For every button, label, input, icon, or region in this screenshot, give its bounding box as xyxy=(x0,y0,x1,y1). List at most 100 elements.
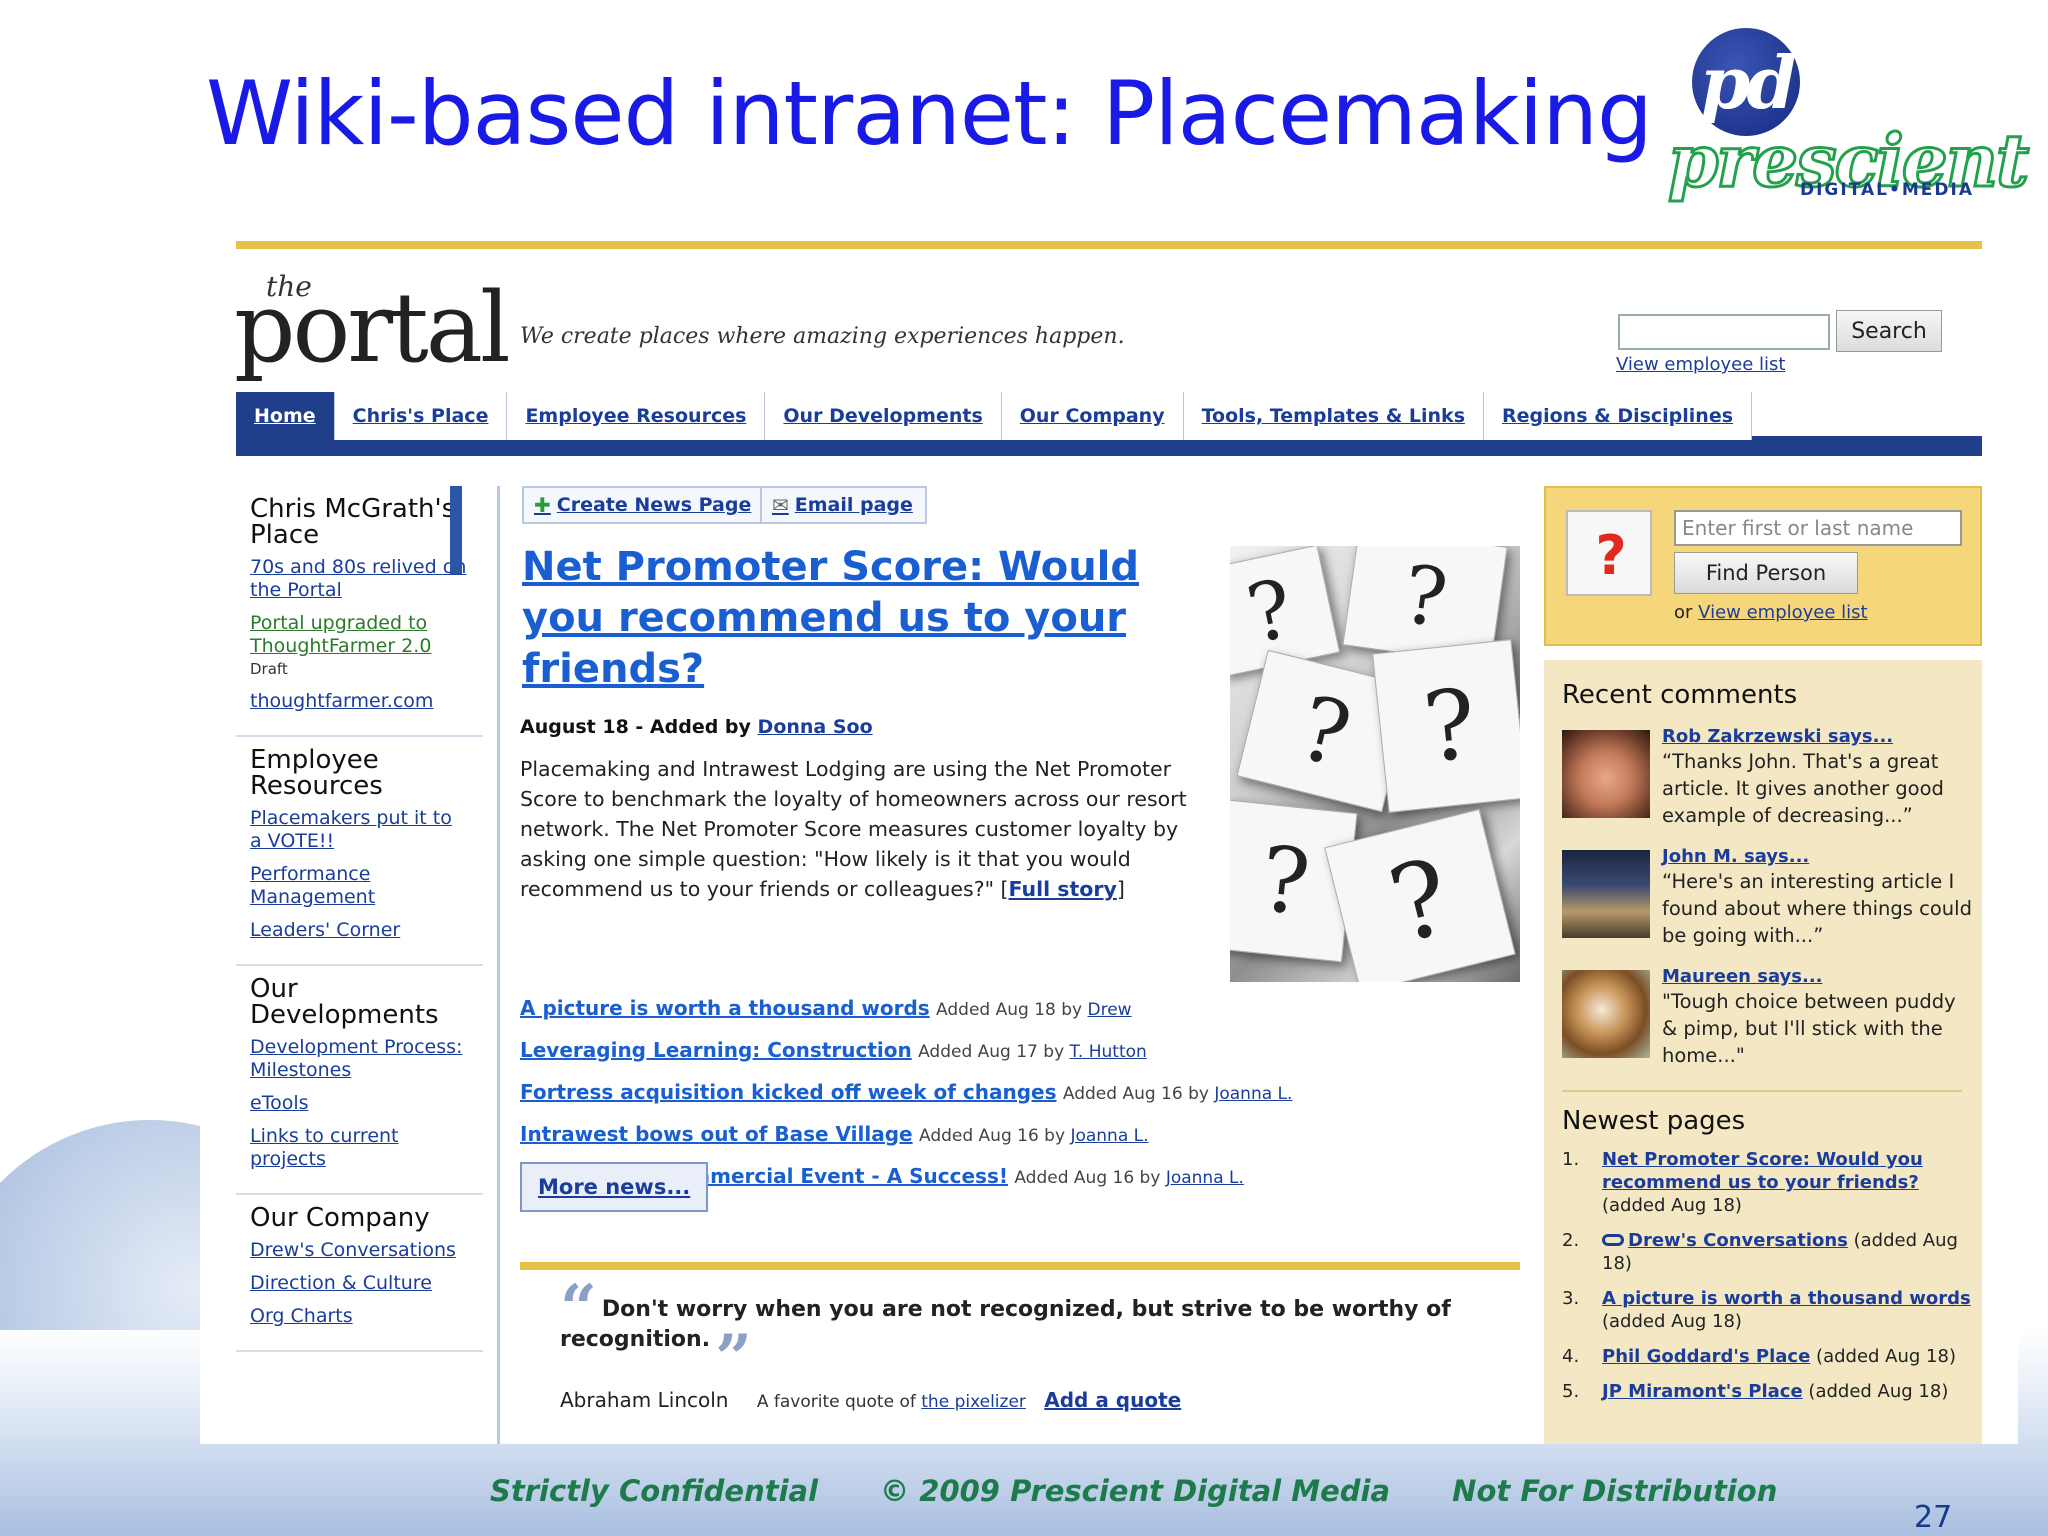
sidebar-link[interactable]: Portal upgraded to ThoughtFarmer 2.0 xyxy=(250,612,467,658)
sidebar-section-employee-resources: Employee Resources Placemakers put it to… xyxy=(236,737,483,966)
list-item: 2. Drew's Conversations (added Aug 18) xyxy=(1562,1229,1972,1275)
search-button[interactable]: Search xyxy=(1836,310,1942,352)
news-author-link[interactable]: Joanna L. xyxy=(1166,1168,1244,1188)
sidebar-heading[interactable]: Our Company xyxy=(250,1205,467,1231)
news-meta-text: Added Aug 18 by xyxy=(936,1000,1083,1020)
unknown-person-icon: ? xyxy=(1595,523,1627,587)
slide-footer: Strictly Confidential © 2009 Prescient D… xyxy=(490,1474,1829,1508)
close-quote-icon: ” xyxy=(715,1321,752,1396)
sidebar-heading[interactable]: Employee Resources xyxy=(250,747,467,799)
right-panel: Recent comments Rob Zakrzewski says... “… xyxy=(1544,660,1982,1444)
sidebar-link[interactable]: Performance Management xyxy=(250,863,467,909)
portal-tagline: We create places where amazing experienc… xyxy=(520,324,1125,349)
email-icon: ✉ xyxy=(772,493,789,517)
newest-pages-list: 1. Net Promoter Score: Would you recomme… xyxy=(1562,1148,1972,1415)
sidebar-section-our-developments: Our Developments Development Process: Mi… xyxy=(236,966,483,1195)
news-meta-text: Added Aug 16 by xyxy=(918,1126,1066,1146)
sidebar-link[interactable]: 70s and 80s relived on the Portal xyxy=(250,556,467,602)
newest-page-meta: (added Aug 18) xyxy=(1602,1195,1742,1216)
news-item: Intrawest bows out of Base Village Added… xyxy=(520,1122,1220,1164)
news-meta: Added Aug 18 by Drew xyxy=(936,1000,1132,1020)
commenter-photo xyxy=(1562,730,1650,818)
sidebar-link[interactable]: Drew's Conversations xyxy=(250,1239,467,1262)
favorite-user-link[interactable]: the pixelizer xyxy=(921,1392,1026,1412)
tab-our-developments[interactable]: Our Developments xyxy=(765,392,1002,440)
add-quote-link[interactable]: Add a quote xyxy=(1044,1388,1181,1412)
news-meta-text: Added Aug 17 by xyxy=(918,1042,1065,1062)
news-title-link[interactable]: Leveraging Learning: Construction xyxy=(520,1038,912,1062)
list-item: 1. Net Promoter Score: Would you recomme… xyxy=(1562,1148,1972,1217)
comment-item: Rob Zakrzewski says... “Thanks John. Tha… xyxy=(1562,726,1962,836)
footer-confidential: Strictly Confidential xyxy=(490,1474,819,1508)
quote-author: Abraham Lincoln xyxy=(560,1388,729,1412)
sidebar-link[interactable]: thoughtfarmer.com xyxy=(250,690,467,713)
newest-page-link[interactable]: Phil Goddard's Place xyxy=(1602,1346,1810,1367)
newest-page-meta: (added Aug 18) xyxy=(1602,1311,1742,1332)
list-item: 4. Phil Goddard's Place (added Aug 18) xyxy=(1562,1345,1972,1368)
news-author-link[interactable]: Drew xyxy=(1088,1000,1132,1020)
sidebar-section-chris-place: Chris McGrath's Place 70s and 80s relive… xyxy=(236,486,483,737)
sidebar-link[interactable]: Direction & Culture xyxy=(250,1272,467,1295)
news-author-link[interactable]: T. Hutton xyxy=(1070,1042,1147,1062)
quote-body: “ Don't worry when you are not recognize… xyxy=(560,1277,1460,1391)
list-number: 4. xyxy=(1562,1346,1580,1367)
avatar: ? xyxy=(1566,510,1652,596)
tab-home[interactable]: Home xyxy=(236,392,335,440)
newest-page-link[interactable]: JP Miramont's Place xyxy=(1602,1381,1803,1402)
tab-chris-place[interactable]: Chris's Place xyxy=(334,392,508,440)
search-input[interactable] xyxy=(1618,314,1830,350)
sidebar-link[interactable]: Development Process: Milestones xyxy=(250,1036,467,1082)
tab-tools-templates-links[interactable]: Tools, Templates & Links xyxy=(1183,392,1484,440)
newest-page-link[interactable]: Net Promoter Score: Would you recommend … xyxy=(1602,1149,1923,1193)
slide-title: Wiki-based intranet: Placemaking xyxy=(206,62,1653,165)
main-content: ✚ Create News Page ✉ Email page Net Prom… xyxy=(520,486,1720,1444)
newest-page-meta: (added Aug 18) xyxy=(1816,1346,1956,1367)
quote-text: Don't worry when you are not recognized,… xyxy=(560,1297,1451,1352)
sidebar-heading[interactable]: Our Developments xyxy=(250,976,467,1028)
newest-pages-title: Newest pages xyxy=(1562,1106,1746,1136)
news-author-link[interactable]: Joanna L. xyxy=(1070,1126,1148,1146)
list-number: 1. xyxy=(1562,1149,1580,1170)
finder-view-employee-list-link[interactable]: View employee list xyxy=(1698,602,1867,623)
portal-logo-the: the xyxy=(266,270,312,303)
view-employee-list-link[interactable]: View employee list xyxy=(1616,354,1785,375)
newest-page-link[interactable]: A picture is worth a thousand words xyxy=(1602,1288,1971,1309)
email-page-button[interactable]: ✉ Email page xyxy=(760,486,927,524)
news-item: Fortress acquisition kicked off week of … xyxy=(520,1080,1292,1122)
byline-author-link[interactable]: Donna Soo xyxy=(758,716,873,738)
sidebar-link[interactable]: Org Charts xyxy=(250,1305,467,1328)
sidebar-heading[interactable]: Chris McGrath's Place xyxy=(250,496,467,548)
news-title-link[interactable]: Intrawest bows out of Base Village xyxy=(520,1122,913,1146)
sidebar-link[interactable]: Links to current projects xyxy=(250,1125,467,1171)
intranet-screenshot: portal the We create places where amazin… xyxy=(200,236,2018,1444)
tab-employee-resources[interactable]: Employee Resources xyxy=(507,392,766,440)
tab-regions-disciplines[interactable]: Regions & Disciplines xyxy=(1484,392,1753,440)
comment-author-link[interactable]: Rob Zakrzewski says... xyxy=(1662,726,1893,747)
newest-page-link[interactable]: Drew's Conversations xyxy=(1628,1230,1848,1251)
more-news-button[interactable]: More news... xyxy=(520,1162,709,1212)
tab-our-company[interactable]: Our Company xyxy=(1001,392,1184,440)
news-title-link[interactable]: A picture is worth a thousand words xyxy=(520,996,930,1020)
create-news-page-label: Create News Page xyxy=(556,494,752,516)
sidebar-link[interactable]: Placemakers put it to a VOTE!! xyxy=(250,807,467,853)
footer-copyright: © 2009 Prescient Digital Media xyxy=(880,1474,1391,1508)
people-finder: ? Find Person or View employee list xyxy=(1544,486,1982,646)
finder-view-list: or View employee list xyxy=(1674,602,1868,623)
list-number: 2. xyxy=(1562,1230,1580,1251)
article-headline[interactable]: Net Promoter Score: Would you recommend … xyxy=(522,542,1142,695)
sidebar-collapse-handle[interactable] xyxy=(450,486,462,574)
left-sidebar: Chris McGrath's Place 70s and 80s relive… xyxy=(236,486,500,1444)
sidebar-link[interactable]: eTools xyxy=(250,1092,467,1115)
full-story-link[interactable]: Full story xyxy=(1009,877,1117,901)
sidebar-link[interactable]: Leaders' Corner xyxy=(250,919,467,942)
news-meta: Added Aug 16 by Joanna L. xyxy=(1063,1084,1293,1104)
person-name-input[interactable] xyxy=(1674,510,1962,546)
comment-author-link[interactable]: Maureen says... xyxy=(1662,966,1823,987)
create-news-page-button[interactable]: ✚ Create News Page xyxy=(522,486,766,524)
main-navigation: Home Chris's Place Employee Resources Ou… xyxy=(236,392,1982,456)
article-byline: August 18 - Added by Donna Soo xyxy=(520,716,873,738)
news-author-link[interactable]: Joanna L. xyxy=(1214,1084,1292,1104)
comment-author-link[interactable]: John M. says... xyxy=(1662,846,1809,867)
find-person-button[interactable]: Find Person xyxy=(1674,552,1858,594)
news-title-link[interactable]: Fortress acquisition kicked off week of … xyxy=(520,1080,1057,1104)
